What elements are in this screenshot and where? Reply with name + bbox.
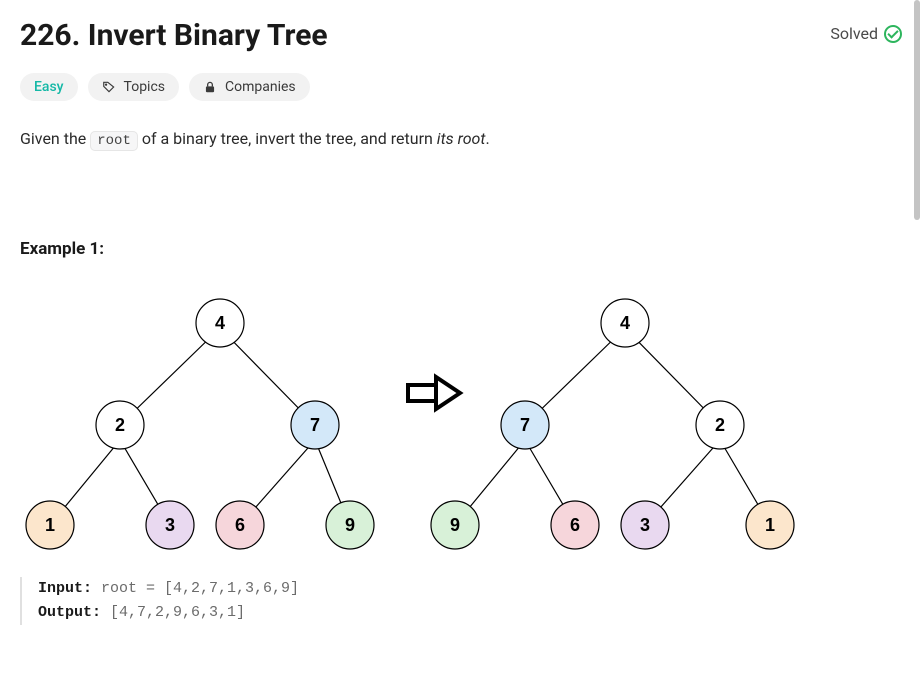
node-right-r: 2 [715,415,725,435]
difficulty-chip[interactable]: Easy [20,73,78,101]
difficulty-label: Easy [34,79,64,95]
check-icon [884,25,902,43]
node-right-root: 4 [620,313,630,333]
output-label: Output: [38,604,101,621]
topics-label: Topics [124,79,165,95]
example-heading: Example 1: [20,239,902,259]
page-title: 226. Invert Binary Tree [20,18,328,53]
companies-label: Companies [225,79,296,95]
header-row: 226. Invert Binary Tree Solved [20,18,902,53]
tree-diagram: 4 2 7 1 3 6 9 4 7 2 9 6 3 1 [20,285,820,555]
node-right-l: 7 [520,415,530,435]
example-io: Input: root = [4,2,7,1,3,6,9] Output: [4… [20,577,902,625]
node-left-root: 4 [215,313,225,333]
scrollbar[interactable] [914,0,920,220]
output-value: [4,7,2,9,6,3,1] [101,604,245,621]
node-left-l: 2 [115,415,125,435]
desc-italic: its root [437,129,486,148]
input-line: Input: root = [4,2,7,1,3,6,9] [38,577,902,601]
lock-icon [203,80,217,94]
topics-chip[interactable]: Topics [88,73,179,101]
node-left-rr: 9 [345,515,355,535]
solved-status: Solved [830,24,902,43]
output-line: Output: [4,7,2,9,6,3,1] [38,601,902,625]
node-right-rl: 3 [640,515,650,535]
input-label: Input: [38,580,92,597]
companies-chip[interactable]: Companies [189,73,310,101]
desc-suffix: . [485,129,489,148]
node-left-r: 7 [310,415,320,435]
desc-code: root [90,131,138,151]
problem-description: Given the root of a binary tree, invert … [20,129,902,149]
tag-icon [102,80,116,94]
desc-mid: of a binary tree, invert the tree, and r… [138,129,437,148]
node-left-rl: 6 [235,515,245,535]
desc-prefix: Given the [20,129,90,148]
input-value: root = [4,2,7,1,3,6,9] [92,580,299,597]
node-right-ll: 9 [450,515,460,535]
node-left-ll: 1 [45,515,55,535]
node-right-rr: 1 [765,515,775,535]
node-left-lr: 3 [165,515,175,535]
solved-label: Solved [830,24,878,43]
arrow-icon [408,377,460,409]
chips-row: Easy Topics Companies [20,73,902,101]
node-right-lr: 6 [570,515,580,535]
